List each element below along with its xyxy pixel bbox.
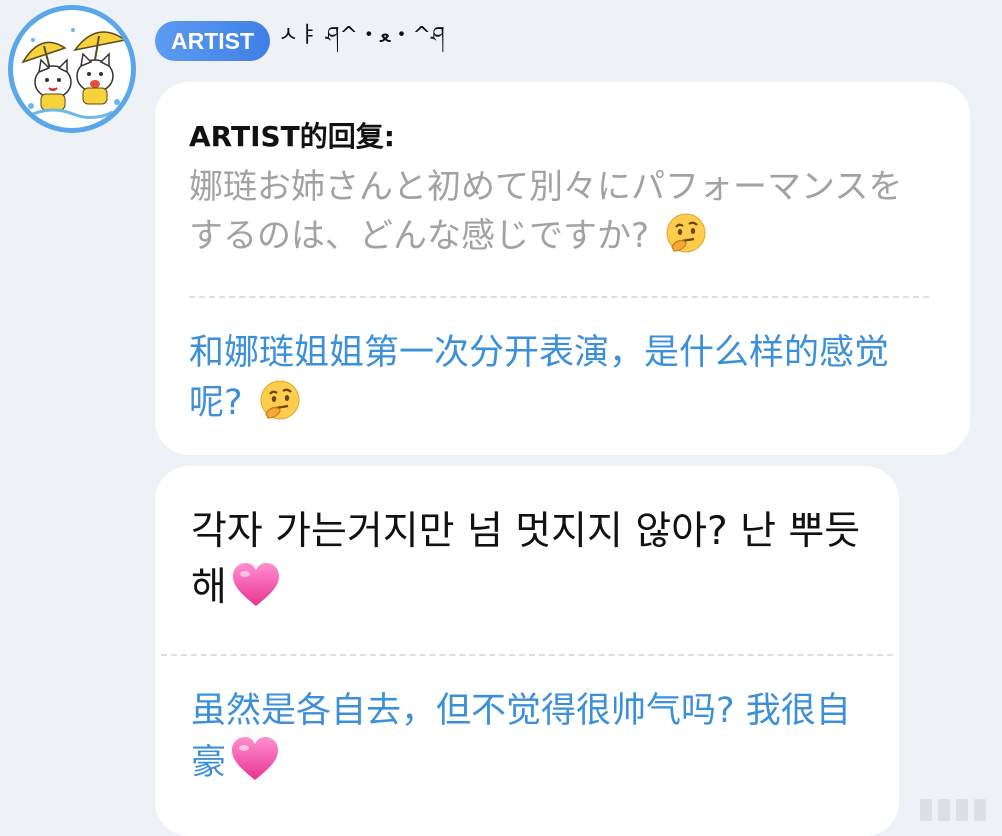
reply-label: ARTIST的回复: xyxy=(189,120,395,153)
quoted-question: 娜琏お姉さんと初めて別々にパフォーマンスをするのは、どんな感じですか? xyxy=(189,163,909,268)
translated-message-text: 虽然是各自去，但不觉得很帅气吗? 我很自豪 xyxy=(191,691,851,783)
message-header: ARTIST ㅅㅑ ཤ^・ﻌ・^ཤ xyxy=(155,20,445,62)
artist-badge: ARTIST xyxy=(155,21,271,61)
message-text-content: 각자 가는거지만 넘 멋지지 않아? 난 뿌듯해 xyxy=(191,509,861,610)
message-text: 각자 가는거지만 넘 멋지지 않아? 난 뿌듯해 xyxy=(191,504,871,624)
translated-message: 虽然是各自去，但不觉得很帅气吗? 我很自豪 xyxy=(191,686,851,796)
pink-heart-icon xyxy=(230,736,280,796)
thinking-face-icon xyxy=(664,211,708,268)
divider xyxy=(161,654,893,656)
reply-card: ARTIST的回复: 娜琏お姉さんと初めて別々にパフォーマンスをするのは、どんな… xyxy=(155,82,970,455)
divider xyxy=(189,296,929,298)
watermark-icon xyxy=(920,799,986,821)
avatar[interactable] xyxy=(8,5,136,133)
translated-question: 和娜琏姐姐第一次分开表演，是什么样的感觉呢? xyxy=(189,328,909,436)
author-nickname[interactable]: ㅅㅑ ཤ^・ﻌ・^ཤ xyxy=(278,10,445,72)
quoted-question-text: 娜琏お姉さんと初めて別々にパフォーマンスをするのは、どんな感じですか? xyxy=(189,167,903,256)
thinking-face-icon xyxy=(258,378,302,436)
pink-heart-icon xyxy=(231,562,281,624)
message-bubble[interactable]: 각자 가는거지만 넘 멋지지 않아? 난 뿌듯해 虽然是各自去，但不觉得很帅气吗… xyxy=(155,466,899,836)
avatar-image xyxy=(13,10,131,128)
